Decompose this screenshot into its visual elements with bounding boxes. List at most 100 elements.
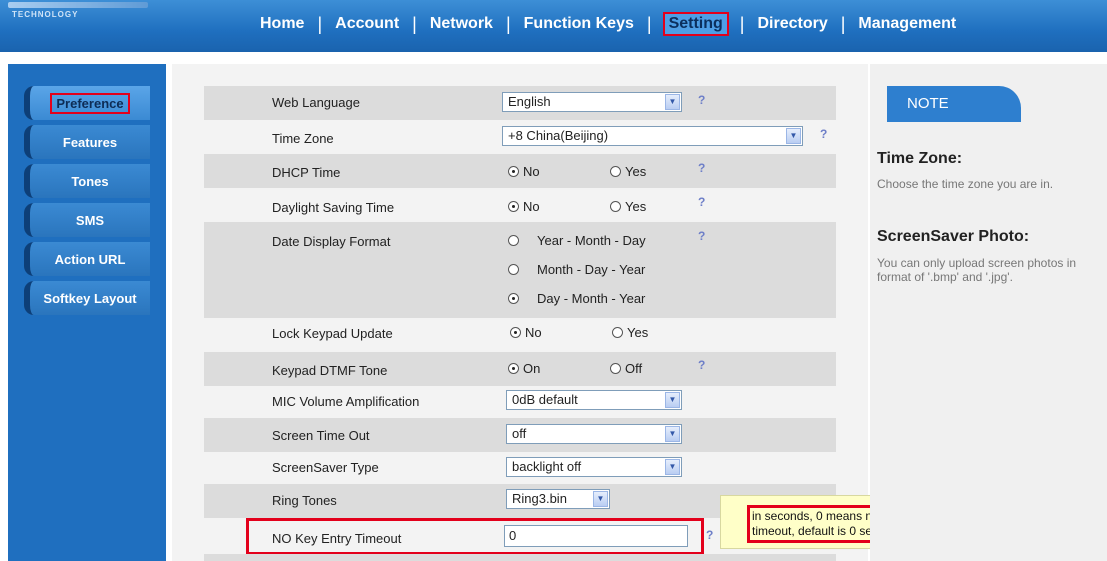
daylight-saving-label: Daylight Saving Time [272, 200, 395, 215]
help-icon[interactable]: ? [698, 230, 711, 243]
sidebar-item-label: Tones [71, 173, 109, 189]
select-value: +8 China(Beijing) [508, 128, 609, 143]
radio-label: Yes [625, 164, 647, 179]
radio-dot [508, 235, 519, 246]
radio-dot [610, 363, 621, 374]
nav-management[interactable]: Management [856, 15, 958, 33]
sidebar-item-sms[interactable]: SMS [24, 203, 150, 237]
help-icon[interactable]: ? [698, 196, 711, 209]
screensaver-type-select[interactable]: backlight off ▼ [506, 457, 682, 477]
dhcp-time-yes-radio[interactable]: Yes [610, 164, 646, 179]
radio-label: Day - Month - Year [537, 291, 646, 306]
radio-label: Off [625, 361, 643, 376]
lock-keypad-yes-radio[interactable]: Yes [612, 325, 648, 340]
keypad-dtmf-label: Keypad DTMF Tone [272, 363, 388, 378]
screensaver-type-label: ScreenSaver Type [272, 460, 379, 475]
dtmf-off-radio[interactable]: Off [610, 361, 642, 376]
screen-timeout-select[interactable]: off ▼ [506, 424, 682, 444]
input-value: 0 [509, 528, 517, 543]
radio-dot [612, 327, 623, 338]
mic-volume-select[interactable]: 0dB default ▼ [506, 390, 682, 410]
help-icon[interactable]: ? [698, 162, 711, 175]
logo-text: TECHNOLOGY [12, 10, 79, 19]
dtmf-on-radio[interactable]: On [508, 361, 540, 376]
lock-keypad-label: Lock Keypad Update [272, 326, 393, 341]
chevron-down-icon: ▼ [665, 94, 680, 110]
top-header: TECHNOLOGY Home | Account | Network | Fu… [0, 0, 1107, 52]
nav-home[interactable]: Home [258, 15, 306, 33]
nav-account[interactable]: Account [333, 15, 401, 33]
help-icon[interactable]: ? [698, 94, 711, 107]
help-icon[interactable]: ? [698, 359, 711, 372]
radio-dot [508, 201, 519, 212]
lock-keypad-no-radio[interactable]: No [510, 325, 542, 340]
main-nav: Home | Account | Network | Function Keys… [258, 9, 958, 39]
header-divider [0, 52, 1107, 64]
nav-separator: | [840, 13, 846, 34]
radio-dot [508, 166, 519, 177]
radio-label: Yes [625, 199, 647, 214]
screen-timeout-label: Screen Time Out [272, 428, 370, 443]
help-icon[interactable]: ? [820, 128, 833, 141]
sidebar-item-softkey-layout[interactable]: Softkey Layout [24, 281, 150, 315]
nav-separator: | [739, 13, 745, 34]
chevron-down-icon: ▼ [665, 392, 680, 408]
ring-tones-select[interactable]: Ring3.bin ▼ [506, 489, 610, 509]
help-icon[interactable]: ? [706, 529, 719, 542]
radio-label: No [525, 325, 542, 340]
time-zone-label: Time Zone [272, 131, 334, 146]
row-partial [204, 554, 836, 561]
sidebar-item-label: Preference [50, 92, 130, 114]
sidebar-item-label: Features [62, 134, 118, 150]
note-title: Time Zone: [877, 150, 963, 167]
date-format-mdy-radio[interactable]: Month - Day - Year [508, 262, 645, 277]
date-format-ymd-radio[interactable]: Year - Month - Day [508, 233, 646, 248]
ring-tones-label: Ring Tones [272, 493, 337, 508]
note-title: ScreenSaver Photo: [877, 228, 1030, 245]
date-format-dmy-radio[interactable]: Day - Month - Year [508, 291, 645, 306]
radio-label: Month - Day - Year [537, 262, 646, 277]
chevron-down-icon: ▼ [665, 459, 680, 475]
note-text: You can only upload screen photos in for… [877, 256, 1077, 284]
radio-label: On [523, 361, 541, 376]
brand-logo: TECHNOLOGY [8, 0, 158, 20]
select-value: backlight off [512, 459, 582, 474]
nav-separator: | [412, 13, 417, 34]
radio-label: No [523, 199, 540, 214]
select-value: 0dB default [512, 392, 578, 407]
dhcp-time-no-radio[interactable]: No [508, 164, 540, 179]
sidebar-item-features[interactable]: Features [24, 125, 150, 159]
sidebar-item-label: Action URL [54, 251, 126, 267]
mic-volume-label: MIC Volume Amplification [272, 394, 420, 409]
nav-network[interactable]: Network [428, 15, 495, 33]
note-panel [870, 64, 1107, 561]
sidebar-item-label: Softkey Layout [43, 290, 137, 306]
sidebar-item-tones[interactable]: Tones [24, 164, 150, 198]
nav-separator: | [317, 13, 323, 34]
no-key-timeout-input[interactable]: 0 [504, 525, 688, 547]
select-value: English [508, 94, 551, 109]
time-zone-select[interactable]: +8 China(Beijing) ▼ [502, 126, 803, 146]
radio-label: Yes [627, 325, 649, 340]
no-key-timeout-label: NO Key Entry Timeout [272, 531, 402, 546]
chevron-down-icon: ▼ [593, 491, 608, 507]
nav-setting[interactable]: Setting [662, 12, 729, 36]
select-value: Ring3.bin [512, 491, 567, 506]
web-language-select[interactable]: English ▼ [502, 92, 682, 112]
nav-separator: | [646, 13, 652, 34]
web-language-label: Web Language [272, 95, 360, 110]
chevron-down-icon: ▼ [786, 128, 801, 144]
sidebar-item-action-url[interactable]: Action URL [24, 242, 150, 276]
note-tab: NOTE [887, 86, 1021, 122]
nav-separator: | [505, 13, 511, 34]
daylight-saving-yes-radio[interactable]: Yes [610, 199, 646, 214]
radio-dot [610, 201, 621, 212]
sidebar-item-label: SMS [75, 212, 105, 228]
daylight-saving-no-radio[interactable]: No [508, 199, 540, 214]
sidebar-item-preference[interactable]: Preference [24, 86, 150, 120]
radio-dot [510, 327, 521, 338]
select-value: off [512, 426, 527, 441]
nav-directory[interactable]: Directory [755, 15, 829, 33]
dhcp-time-label: DHCP Time [272, 165, 341, 180]
nav-function-keys[interactable]: Function Keys [522, 15, 636, 33]
